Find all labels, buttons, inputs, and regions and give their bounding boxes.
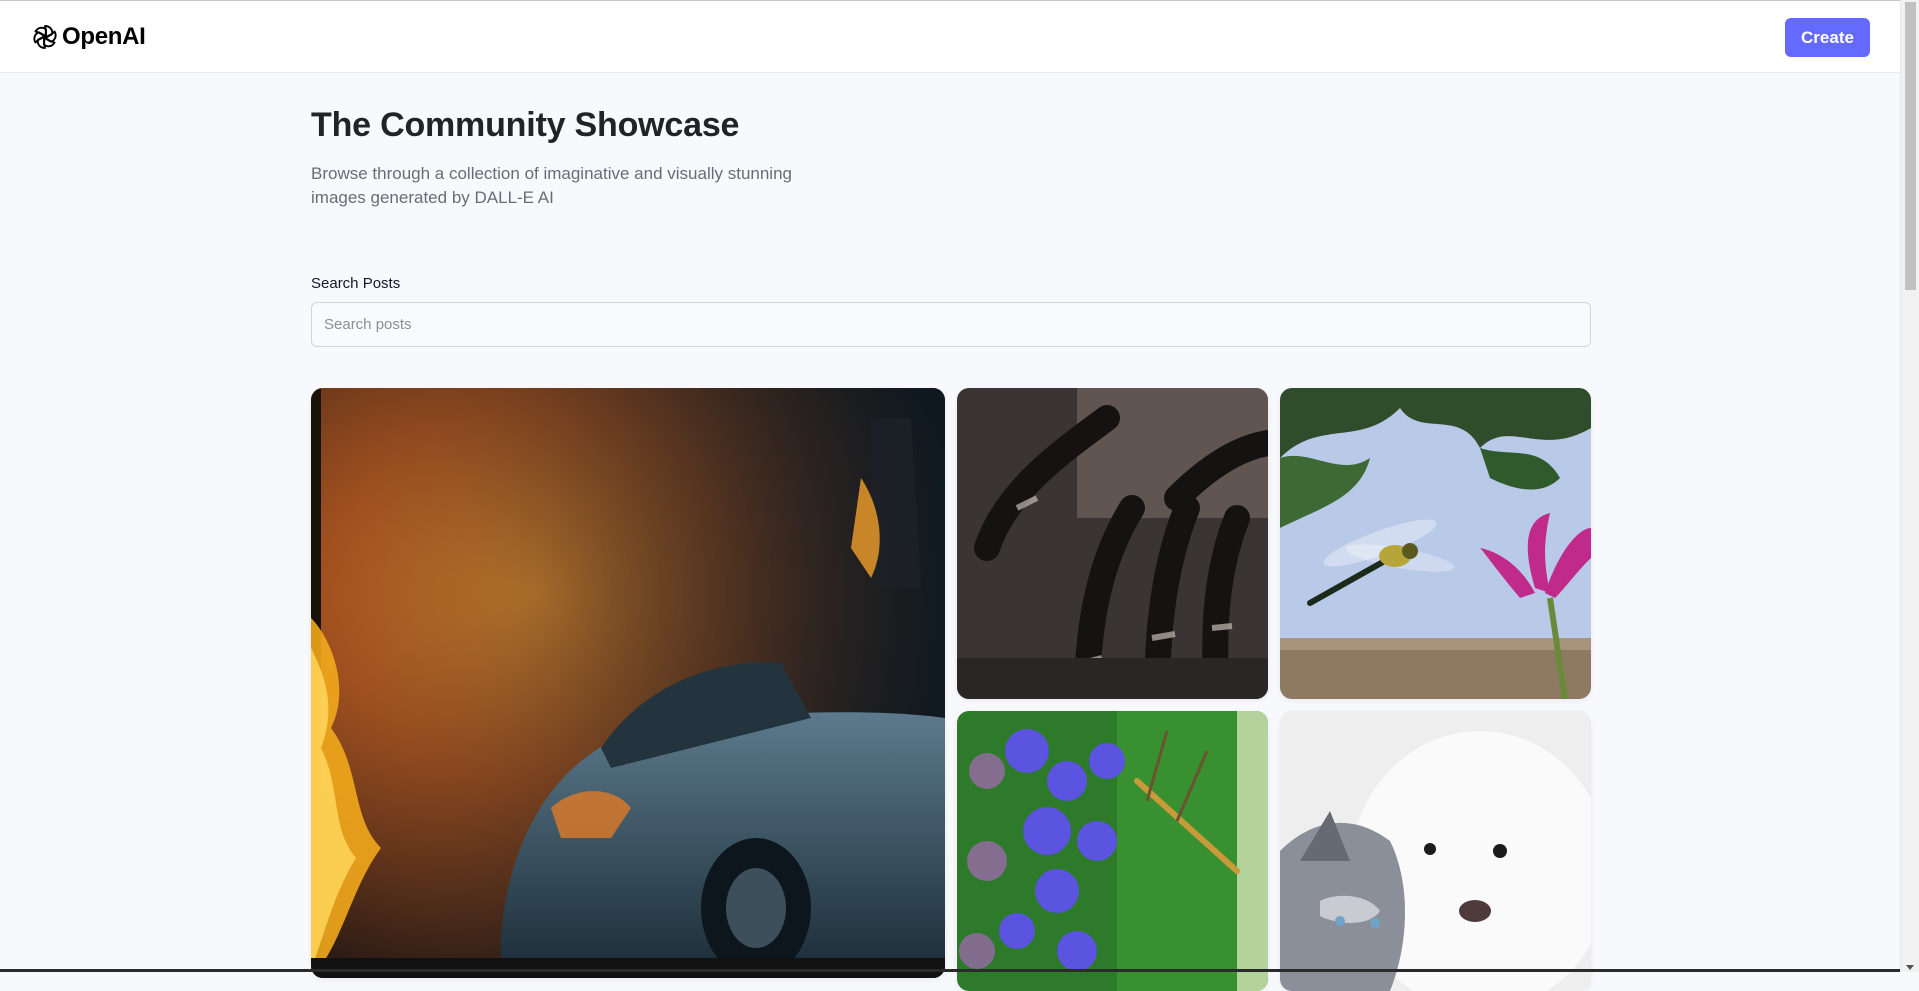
top-header: OpenAI Create	[0, 0, 1900, 73]
burning-car-image	[311, 388, 945, 978]
search-label: Search Posts	[311, 275, 401, 292]
tarantula-image	[957, 388, 1268, 699]
gallery-card-burning-car[interactable]	[311, 388, 945, 978]
cat-and-dog-image	[1280, 711, 1591, 991]
gallery-card-purple-flowers[interactable]	[957, 711, 1268, 991]
scroll-down-arrow-icon[interactable]	[1906, 965, 1914, 970]
page-title: The Community Showcase	[311, 106, 740, 144]
create-button[interactable]: Create	[1785, 18, 1870, 57]
page-subtitle: Browse through a collection of imaginati…	[311, 164, 792, 207]
gallery-card-tarantula[interactable]	[957, 388, 1268, 699]
logo-text: OpenAI	[62, 23, 146, 50]
purple-flowers-image	[957, 711, 1268, 991]
openai-logo[interactable]: OpenAI	[30, 22, 146, 52]
openai-logo-icon	[33, 25, 57, 49]
scrollbar-thumb[interactable]	[1905, 2, 1916, 290]
gallery-card-cat-and-dog[interactable]	[1280, 711, 1591, 991]
vertical-scrollbar[interactable]	[1900, 0, 1919, 972]
gallery-card-dragonfly[interactable]	[1280, 388, 1591, 699]
dragonfly-image	[1280, 388, 1591, 699]
search-input[interactable]	[311, 302, 1591, 347]
